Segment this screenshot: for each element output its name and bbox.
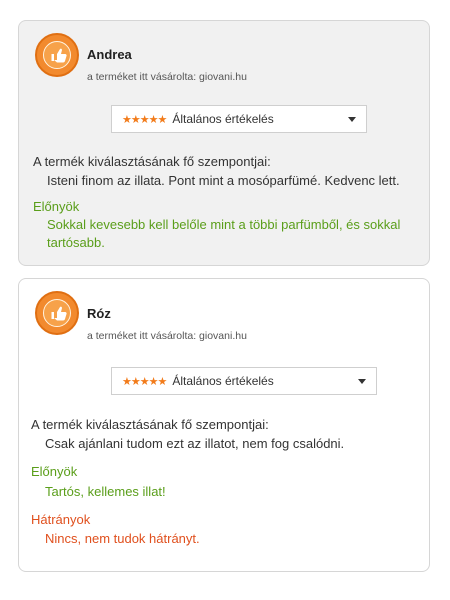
rating-select[interactable]: ★★★★★ Általános értékelés <box>111 367 377 395</box>
chevron-down-icon <box>348 117 356 122</box>
criteria-text: Isteni finom az illata. Pont mint a mosó… <box>47 173 400 188</box>
pros-label: Előnyök <box>33 199 80 214</box>
rating-stars-icon: ★★★★★ <box>122 375 167 388</box>
criteria-label: A termék kiválasztásának fő szempontjai: <box>31 417 269 432</box>
chevron-down-icon <box>358 379 366 384</box>
purchase-source: a terméket itt vásárolta: giovani.hu <box>87 330 247 342</box>
pros-text: Sokkal kevesebb kell belőle mint a többi… <box>47 217 401 250</box>
review-card: Róz a terméket itt vásárolta: giovani.hu… <box>18 278 430 572</box>
reviewer-name: Andrea <box>87 47 132 62</box>
reviewer-name: Róz <box>87 306 111 321</box>
criteria-label: A termék kiválasztásának fő szempontjai: <box>33 154 271 169</box>
rating-select-label: Általános értékelés <box>172 112 274 126</box>
criteria-text: Csak ajánlani tudom ezt az illatot, nem … <box>45 436 345 451</box>
purchase-source: a terméket itt vásárolta: giovani.hu <box>87 71 247 83</box>
pros-label: Előnyök <box>31 464 78 479</box>
cons-text: Nincs, nem tudok hátrányt. <box>45 531 200 546</box>
pros-text: Tartós, kellemes illat! <box>45 484 166 499</box>
customer-review-badge-icon <box>35 291 79 335</box>
customer-review-badge-icon <box>35 33 79 77</box>
rating-select-label: Általános értékelés <box>172 374 274 388</box>
rating-stars-icon: ★★★★★ <box>122 113 167 126</box>
cons-label: Hátrányok <box>31 512 91 527</box>
review-card: Andrea a terméket itt vásárolta: giovani… <box>18 20 430 266</box>
rating-select[interactable]: ★★★★★ Általános értékelés <box>111 105 367 133</box>
